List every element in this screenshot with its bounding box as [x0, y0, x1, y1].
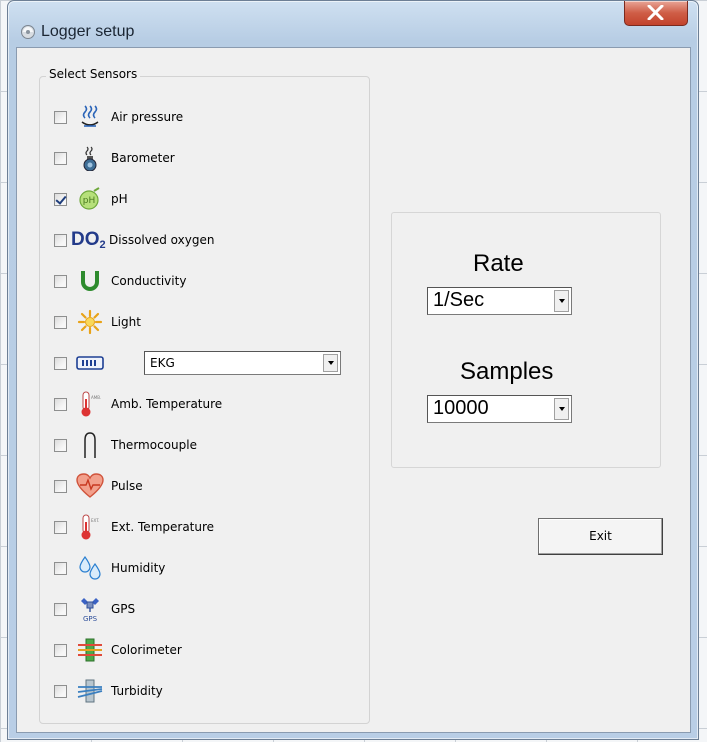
svg-text:GPS: GPS — [83, 615, 98, 623]
humidity-icon — [73, 554, 107, 582]
sensor-row-barometer: Barometer — [54, 144, 175, 172]
close-icon — [647, 5, 664, 20]
pulse-icon — [73, 472, 107, 500]
dialog-client-area: Select Sensors Air pressure Barometer pH… — [16, 47, 691, 733]
ph-label: pH — [111, 192, 128, 206]
amb-temperature-checkbox[interactable] — [54, 397, 67, 411]
air-pressure-label: Air pressure — [111, 110, 184, 124]
ext-temperature-icon: EXT. — [73, 513, 107, 541]
dissolved-oxygen-checkbox[interactable] — [54, 233, 67, 247]
title-bar[interactable]: Logger setup — [8, 1, 698, 47]
sensor-row-conductivity: Conductivity — [54, 267, 186, 295]
chevron-down-icon[interactable] — [323, 354, 338, 372]
colorimeter-icon — [73, 636, 107, 664]
colorimeter-label: Colorimeter — [111, 643, 182, 657]
light-icon — [73, 308, 107, 336]
conductivity-label: Conductivity — [111, 274, 187, 288]
gps-label: GPS — [111, 602, 136, 616]
air-pressure-icon — [73, 103, 107, 131]
chevron-down-icon[interactable] — [554, 290, 569, 312]
rate-select[interactable]: 1/Sec — [427, 287, 572, 315]
window-title: Logger setup — [41, 23, 135, 40]
gps-checkbox[interactable] — [54, 602, 67, 616]
rate-select-value: 1/Sec — [433, 289, 485, 311]
sensor-row-colorimeter: Colorimeter — [54, 636, 182, 664]
ekg-sensor-select[interactable]: EKG — [144, 351, 341, 375]
barometer-label: Barometer — [111, 151, 175, 165]
logger-setup-window: Logger setup Select Sensors Air pressure — [7, 0, 699, 740]
humidity-checkbox[interactable] — [54, 561, 67, 575]
select-sensors-label: Select Sensors — [46, 67, 141, 81]
ph-checkbox[interactable] — [54, 192, 67, 206]
do-icon-subscript: 2 — [99, 239, 106, 251]
air-pressure-checkbox[interactable] — [54, 110, 67, 124]
dissolved-oxygen-label: Dissolved oxygen — [109, 233, 215, 247]
chevron-down-icon[interactable] — [554, 398, 569, 420]
sensor-row-light: Light — [54, 308, 141, 336]
sensor-row-amb-temperature: AMB. Amb. Temperature — [54, 390, 222, 418]
svg-text:EXT.: EXT. — [91, 518, 99, 523]
amb-temperature-icon: AMB. — [73, 390, 107, 418]
sensor-row-ph: pH pH — [54, 185, 128, 213]
sensor-row-humidity: Humidity — [54, 554, 165, 582]
sensor-row-pulse: Pulse — [54, 472, 143, 500]
thermocouple-checkbox[interactable] — [54, 438, 67, 452]
ph-icon: pH — [73, 185, 107, 213]
rate-samples-panel — [391, 212, 661, 468]
conductivity-icon — [73, 267, 107, 295]
sensor-row-thermocouple: Thermocouple — [54, 431, 197, 459]
pulse-label: Pulse — [111, 479, 143, 493]
light-checkbox[interactable] — [54, 315, 67, 329]
conductivity-checkbox[interactable] — [54, 274, 67, 288]
sensor-row-dissolved-oxygen: DO 2 Dissolved oxygen — [54, 226, 214, 254]
dissolved-oxygen-icon: DO 2 — [71, 226, 107, 254]
exit-button[interactable]: Exit — [538, 518, 663, 555]
sensor-row-air-pressure: Air pressure — [54, 103, 183, 131]
ekg-checkbox[interactable] — [54, 356, 67, 370]
turbidity-label: Turbidity — [111, 684, 163, 698]
ekg-select-value: EKG — [150, 356, 175, 370]
thermocouple-label: Thermocouple — [111, 438, 197, 452]
rate-label: Rate — [473, 250, 524, 277]
barometer-icon — [73, 144, 107, 172]
do-icon-text: DO — [71, 229, 100, 250]
turbidity-icon — [73, 677, 107, 705]
humidity-label: Humidity — [111, 561, 166, 575]
samples-select[interactable]: 10000 — [427, 395, 572, 423]
light-label: Light — [111, 315, 141, 329]
barometer-checkbox[interactable] — [54, 151, 67, 165]
sensor-row-ext-temperature: EXT. Ext. Temperature — [54, 513, 214, 541]
pulse-checkbox[interactable] — [54, 479, 67, 493]
close-button[interactable] — [624, 1, 688, 26]
app-icon — [21, 25, 35, 39]
amb-temperature-label: Amb. Temperature — [111, 397, 223, 411]
sensor-row-turbidity: Turbidity — [54, 677, 163, 705]
gps-icon: GPS — [73, 595, 107, 623]
sensor-row-ekg — [54, 349, 107, 377]
colorimeter-checkbox[interactable] — [54, 643, 67, 657]
turbidity-checkbox[interactable] — [54, 684, 67, 698]
thermocouple-icon — [73, 431, 107, 459]
sensor-row-gps: GPS GPS — [54, 595, 135, 623]
ext-temperature-label: Ext. Temperature — [111, 520, 215, 534]
samples-label: Samples — [460, 358, 554, 385]
svg-text:AMB.: AMB. — [91, 395, 101, 400]
ext-temperature-checkbox[interactable] — [54, 520, 67, 534]
samples-select-value: 10000 — [433, 397, 489, 419]
svg-text:pH: pH — [83, 196, 95, 206]
ekg-icon — [73, 349, 107, 377]
